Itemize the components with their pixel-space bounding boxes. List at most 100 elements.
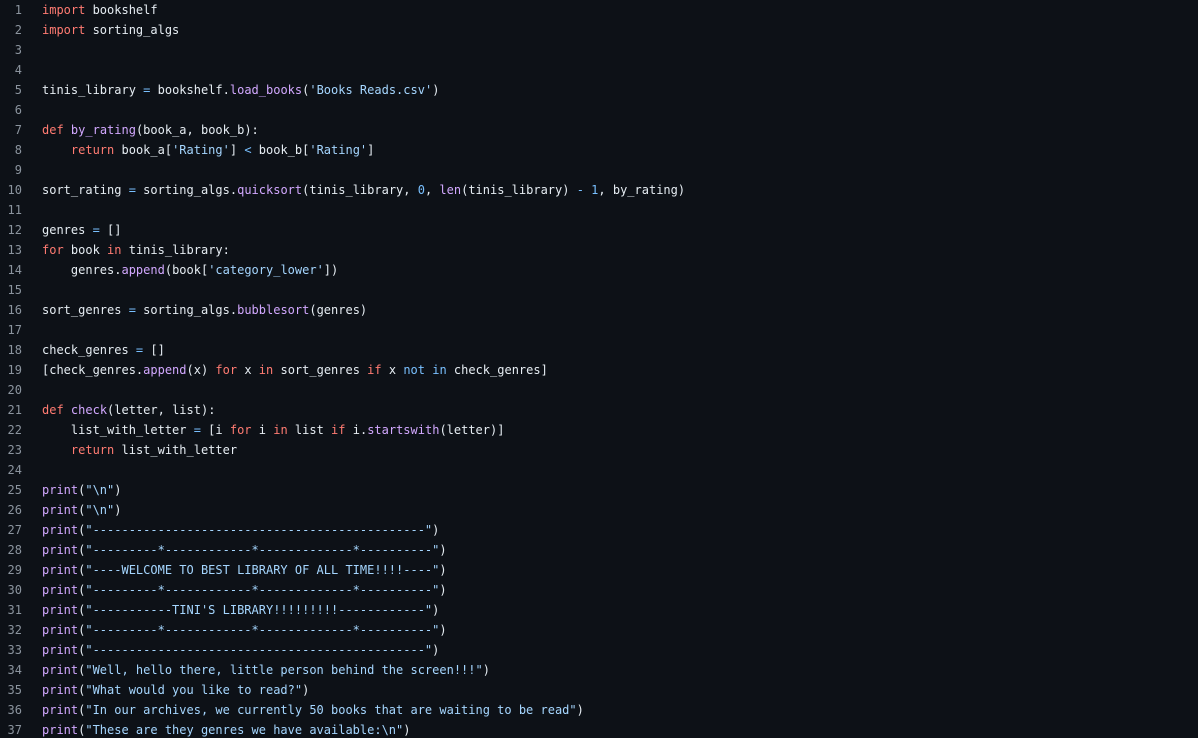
code-line: 15 <box>0 280 1198 300</box>
code-token: print <box>42 623 79 637</box>
code-token: 0 <box>417 183 425 197</box>
code-text: print("\n") <box>42 500 1198 520</box>
code-text: def by_rating(book_a, book_b): <box>42 120 1198 140</box>
line-number: 30 <box>7 583 22 597</box>
code-token: ) <box>114 483 122 497</box>
code-token: ) <box>439 563 447 577</box>
code-line: 30 print("---------*------------*--------… <box>0 580 1198 600</box>
code-token: (book_a, book_b): <box>135 123 259 137</box>
code-text: list_with_letter = [i for i in list if i… <box>42 420 1198 440</box>
line-number: 9 <box>14 163 22 177</box>
code-token: book_b[ <box>251 143 310 157</box>
line-number: 19 <box>7 363 22 377</box>
code-token: ) <box>432 83 440 97</box>
code-token: ] <box>229 143 245 157</box>
line-number: 5 <box>14 83 22 97</box>
code-line: 4 <box>0 60 1198 80</box>
code-token: check <box>70 403 108 417</box>
code-line: 34 print("Well, hello there, little perso… <box>0 660 1198 680</box>
code-text: genres = [] <box>42 220 1198 240</box>
code-line: 9 <box>0 160 1198 180</box>
code-text: print("In our archives, we currently 50 … <box>42 700 1198 720</box>
code-token: [i <box>200 423 230 437</box>
code-token: book <box>63 243 108 257</box>
line-number: 33 <box>7 643 22 657</box>
code-text: for book in tinis_library: <box>42 240 1198 260</box>
code-text: print("---------*------------*----------… <box>42 580 1198 600</box>
code-text: print("Well, hello there, little person … <box>42 660 1198 680</box>
code-text: print("---------------------------------… <box>42 520 1198 540</box>
code-token: "---------*------------*-------------*--… <box>85 623 440 637</box>
line-number: 3 <box>14 43 22 57</box>
code-line: 19 [check_genres.append(x) for x in sort_… <box>0 360 1198 380</box>
line-number: 23 <box>7 443 22 457</box>
code-token: [check_genres. <box>42 363 144 377</box>
code-token: [] <box>143 343 165 357</box>
code-token: return <box>70 443 115 457</box>
code-line: 35 print("What would you like to read?") <box>0 680 1198 700</box>
code-text: sort_genres = sorting_algs.bubblesort(ge… <box>42 300 1198 320</box>
code-token: , by_rating) <box>598 183 686 197</box>
code-token: "-----------TINI'S LIBRARY!!!!!!!!!-----… <box>85 603 433 617</box>
code-line: 33 print("-------------------------------… <box>0 640 1198 660</box>
code-token: in <box>432 363 447 377</box>
line-number: 26 <box>7 503 22 517</box>
code-token: load_books <box>229 83 303 97</box>
line-number: 2 <box>14 23 22 37</box>
code-token: tinis_library: <box>121 243 230 257</box>
code-line: 7 def by_rating(book_a, book_b): <box>0 120 1198 140</box>
code-token: i. <box>345 423 368 437</box>
code-token: ) <box>432 603 440 617</box>
code-text: import sorting_algs <box>42 20 1198 40</box>
code-text: return list_with_letter <box>42 440 1198 460</box>
code-token: sort_rating <box>42 183 129 197</box>
code-text: print("These are they genres we have ava… <box>42 720 1198 738</box>
code-token: print <box>42 483 79 497</box>
code-token: ) <box>439 623 447 637</box>
code-line: 18 check_genres = [] <box>0 340 1198 360</box>
line-number: 15 <box>7 283 22 297</box>
code-token: ]) <box>323 263 339 277</box>
code-token: in <box>273 423 288 437</box>
code-token: print <box>42 683 79 697</box>
code-token: quicksort <box>237 183 303 197</box>
code-token: ) <box>432 523 440 537</box>
code-text: print("---------------------------------… <box>42 640 1198 660</box>
line-number: 25 <box>7 483 22 497</box>
code-token: import <box>42 23 86 37</box>
code-token: if <box>367 363 382 377</box>
code-token: for <box>215 363 238 377</box>
code-view: 1 import bookshelf 2 import sorting_algs 3 4 5… <box>0 0 1198 738</box>
code-token: print <box>42 503 79 517</box>
line-number: 11 <box>7 203 22 217</box>
code-line: 10 sort_rating = sorting_algs.quicksort(t… <box>0 180 1198 200</box>
code-token: for <box>42 243 64 257</box>
code-token: = <box>128 183 136 197</box>
code-token: (tinis_library, <box>302 183 418 197</box>
code-token: append <box>121 263 165 277</box>
code-token: ] <box>367 143 375 157</box>
code-token: "----WELCOME TO BEST LIBRARY OF ALL TIME… <box>85 563 440 577</box>
code-token: list_with_letter <box>114 443 238 457</box>
line-number: 24 <box>7 463 22 477</box>
code-line: 20 <box>0 380 1198 400</box>
code-token: in <box>107 243 122 257</box>
code-token: list_with_letter <box>42 423 194 437</box>
code-token: sorting_algs. <box>135 303 238 317</box>
code-token: len <box>439 183 462 197</box>
line-number: 8 <box>14 143 22 157</box>
line-number: 29 <box>7 563 22 577</box>
code-token: , <box>424 183 440 197</box>
code-line: 5 tinis_library = bookshelf.load_books('B… <box>0 80 1198 100</box>
code-token: ) <box>302 683 310 697</box>
code-line: 22 list_with_letter = [i for i in list i… <box>0 420 1198 440</box>
code-line: 12 genres = [] <box>0 220 1198 240</box>
line-number: 28 <box>7 543 22 557</box>
code-line: 29 print("----WELCOME TO BEST LIBRARY OF … <box>0 560 1198 580</box>
